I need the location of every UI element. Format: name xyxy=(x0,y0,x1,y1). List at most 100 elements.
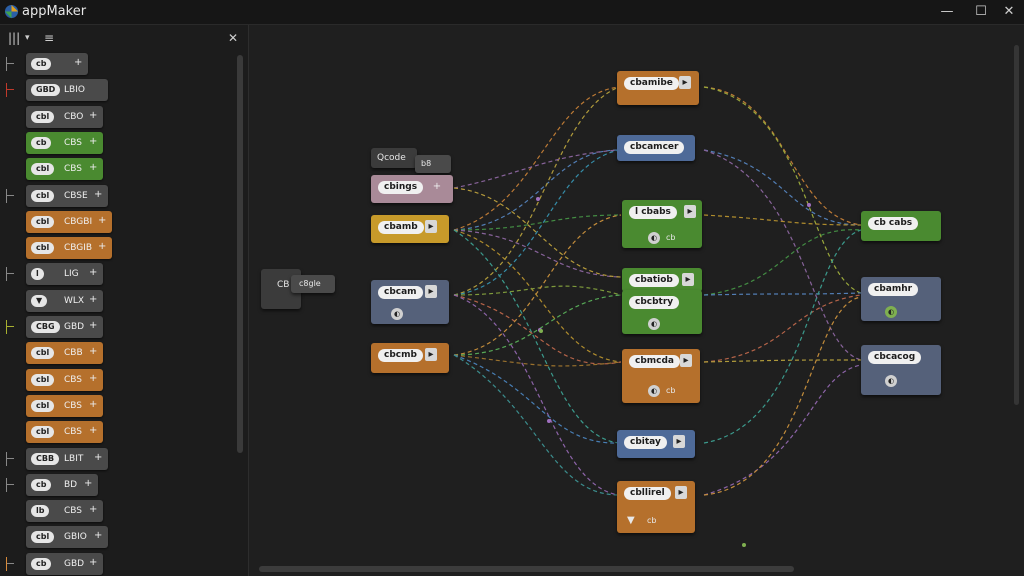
palette-block[interactable]: cbl CBB + xyxy=(26,342,103,364)
node-right-slate-2[interactable]: cbcacog ◐ xyxy=(861,345,941,395)
row-bracket-icon xyxy=(6,267,15,281)
node-mid-green-2[interactable]: cbatiob ▸ xyxy=(622,268,702,292)
add-icon[interactable]: + xyxy=(98,215,106,226)
chevron-right-icon[interactable]: ▸ xyxy=(679,76,691,89)
maximize-button[interactable]: ☐ xyxy=(966,2,996,22)
add-icon[interactable]: + xyxy=(89,320,97,331)
close-panel-icon[interactable]: ✕ xyxy=(228,31,238,45)
palette-block-row[interactable]: cbl GBIO + xyxy=(0,526,230,548)
minimize-button[interactable]: — xyxy=(932,2,962,22)
palette-block-row[interactable]: cbl CBS + xyxy=(0,158,230,180)
add-icon[interactable]: + xyxy=(94,530,102,541)
palette-block-row[interactable]: ▼ WLX + xyxy=(0,290,230,312)
palette-block-row[interactable]: l LIG + xyxy=(0,263,230,285)
palette-scrollbar[interactable] xyxy=(237,55,243,453)
close-button[interactable]: ✕ xyxy=(994,2,1024,22)
node-pink[interactable]: cbings + xyxy=(371,175,453,203)
palette-block-row[interactable]: cbl CBS + xyxy=(0,395,230,417)
palette-block-row[interactable]: cb CBS + xyxy=(0,132,230,154)
palette-block[interactable]: cbl GBIO + xyxy=(26,526,108,548)
add-icon[interactable]: + xyxy=(94,189,102,200)
palette-block[interactable]: CBG GBD + xyxy=(26,316,103,338)
node-low-blue[interactable]: cbitay ▸ xyxy=(617,430,695,458)
add-icon[interactable]: + xyxy=(89,504,97,515)
palette-block-row[interactable]: cbl CBS + xyxy=(0,369,230,391)
columns-icon[interactable]: ||| xyxy=(8,31,20,45)
node-top-blue[interactable]: cbcamcer xyxy=(617,135,695,161)
node-top-orange[interactable]: cbamibe ▸ xyxy=(617,71,699,105)
start-node-output[interactable]: c8gle xyxy=(291,275,335,293)
palette-block-row[interactable]: lb CBS + xyxy=(0,500,230,522)
palette-block-row[interactable]: cb + xyxy=(0,53,230,75)
add-icon[interactable]: + xyxy=(89,557,97,568)
add-icon[interactable]: + xyxy=(89,294,97,305)
chevron-right-icon[interactable]: ▸ xyxy=(675,486,687,499)
palette-block[interactable]: cbl CBGBI + xyxy=(26,211,112,233)
canvas-vertical-scrollbar[interactable] xyxy=(1014,45,1019,405)
palette-block-row[interactable]: cbl CBB + xyxy=(0,342,230,364)
palette-block[interactable]: cbl CBS + xyxy=(26,395,103,417)
node-slate[interactable]: cbcam ▸ ◐ xyxy=(371,280,449,324)
palette-block[interactable]: GBD LBIO xyxy=(26,79,108,101)
chevron-right-icon[interactable]: ▸ xyxy=(425,285,437,298)
plus-icon[interactable]: + xyxy=(431,180,443,193)
chevron-right-icon[interactable]: ▸ xyxy=(680,354,692,367)
palette-block[interactable]: cbl CBS + xyxy=(26,158,103,180)
add-icon[interactable]: + xyxy=(94,452,102,463)
chevron-down-icon[interactable]: ▾ xyxy=(25,33,30,43)
menu-icon[interactable]: ≡ xyxy=(44,31,54,45)
add-icon[interactable]: + xyxy=(74,57,82,68)
chevron-right-icon[interactable]: ▸ xyxy=(425,220,437,233)
chevron-right-icon[interactable]: ▸ xyxy=(673,435,685,448)
add-icon[interactable]: + xyxy=(89,267,97,278)
palette-block[interactable]: cb + xyxy=(26,53,88,75)
add-icon[interactable]: + xyxy=(89,399,97,410)
palette-block-row[interactable]: cb BD + xyxy=(0,474,230,496)
palette-block[interactable]: cbl CBS + xyxy=(26,369,103,391)
add-icon[interactable]: + xyxy=(98,241,106,252)
palette-block-row[interactable]: cbl CBO + xyxy=(0,106,230,128)
node-mid-orange[interactable]: cbmcda ▸ ◐ cb xyxy=(622,349,700,403)
palette-block-row[interactable]: cbl CBS + xyxy=(0,421,230,443)
palette-block[interactable]: cb GBD + xyxy=(26,553,103,575)
palette-block-row[interactable]: cbl CBGIB + xyxy=(0,237,230,259)
add-icon[interactable]: + xyxy=(89,425,97,436)
add-icon[interactable]: + xyxy=(89,162,97,173)
palette-block-row[interactable]: GBD LBIO xyxy=(0,79,230,101)
chevron-down-icon[interactable]: ▼ xyxy=(627,515,635,526)
chevron-right-icon[interactable]: ▸ xyxy=(425,348,437,361)
palette-block[interactable]: cbl CBGIB + xyxy=(26,237,112,259)
chevron-right-icon[interactable]: ▸ xyxy=(684,205,696,218)
node-right-green[interactable]: cb cabs xyxy=(861,211,941,241)
add-icon[interactable]: + xyxy=(89,373,97,384)
palette-block[interactable]: cb BD + xyxy=(26,474,98,496)
add-icon[interactable]: + xyxy=(89,136,97,147)
header-tag-node[interactable]: Qcode xyxy=(371,148,417,168)
palette-block[interactable]: CBB LBIT + xyxy=(26,448,108,470)
node-orange-mid[interactable]: cbcmb ▸ xyxy=(371,343,449,373)
palette-block[interactable]: cbl CBO + xyxy=(26,106,103,128)
node-mid-green-1[interactable]: l cbabs ▸ ◐ cb xyxy=(622,200,702,248)
palette-block-row[interactable]: cbl CBGBI + xyxy=(0,211,230,233)
palette-block[interactable]: ▼ WLX + xyxy=(26,290,103,312)
palette-block-row[interactable]: CBG GBD + xyxy=(0,316,230,338)
chevron-right-icon[interactable]: ▸ xyxy=(682,273,694,286)
palette-block[interactable]: cbl CBS + xyxy=(26,421,103,443)
palette-block[interactable]: cb CBS + xyxy=(26,132,103,154)
node-right-slate-1[interactable]: cbamhr ◐ xyxy=(861,277,941,321)
add-icon[interactable]: + xyxy=(89,346,97,357)
palette-block[interactable]: lb CBS + xyxy=(26,500,103,522)
palette-block[interactable]: l LIG + xyxy=(26,263,103,285)
palette-block[interactable]: cbl CBSE + xyxy=(26,185,108,207)
node-canvas[interactable]: CB c8gle Qcode b8 cbings + cbamb ▸ cbcam… xyxy=(249,25,1024,576)
palette-block-row[interactable]: cb GBD + xyxy=(0,553,230,575)
canvas-horizontal-scrollbar[interactable] xyxy=(259,566,794,572)
add-icon[interactable]: + xyxy=(84,478,92,489)
node-mid-green-3[interactable]: cbcbtry ◐ xyxy=(622,290,702,334)
header-tag2-node[interactable]: b8 xyxy=(415,155,451,173)
add-icon[interactable]: + xyxy=(89,110,97,121)
node-bottom-orange[interactable]: cbllirel ▸ ▼ cb xyxy=(617,481,695,533)
palette-block-row[interactable]: cbl CBSE + xyxy=(0,185,230,207)
palette-block-row[interactable]: CBB LBIT + xyxy=(0,448,230,470)
node-yellow[interactable]: cbamb ▸ xyxy=(371,215,449,243)
